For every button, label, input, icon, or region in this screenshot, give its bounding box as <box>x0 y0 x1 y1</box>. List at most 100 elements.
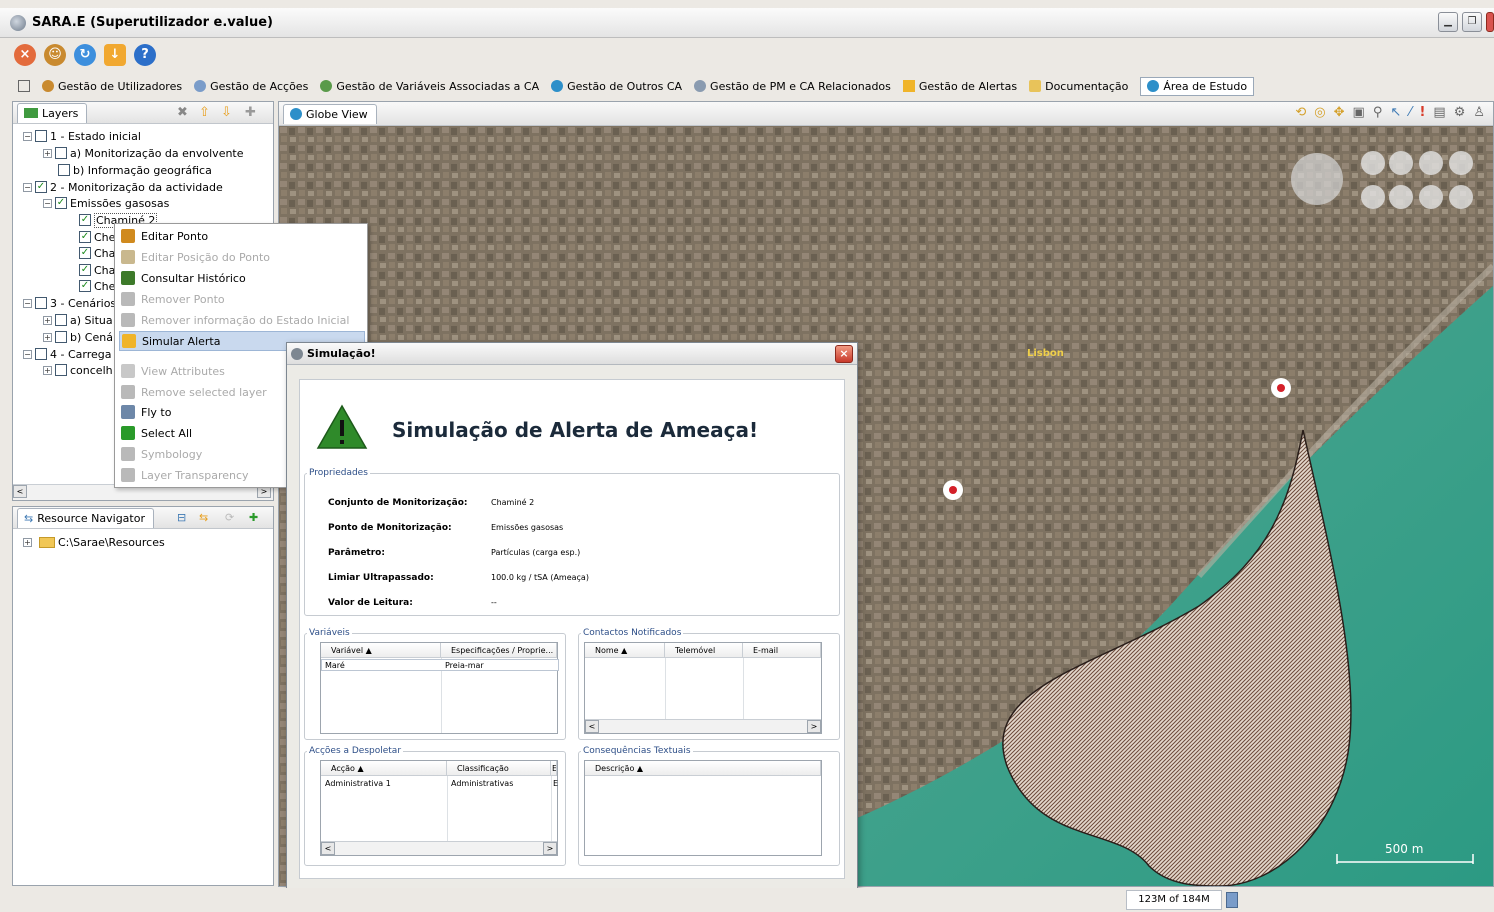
menu-gestao-outros-ca[interactable]: Gestão de Outros CA <box>551 80 682 93</box>
binoculars-icon[interactable]: ◎ <box>1314 105 1325 120</box>
tree-node[interactable]: b) Informação geográfica <box>58 162 212 178</box>
tree-checkbox[interactable] <box>35 348 47 360</box>
person-icon[interactable]: ♙ <box>1473 105 1485 120</box>
collapse-icon[interactable]: − <box>23 131 32 141</box>
tree-node[interactable]: + a) Monitorização da envolvente <box>43 145 244 161</box>
settings-icon[interactable]: ⚙ <box>1454 105 1466 120</box>
column-header[interactable]: Acção ▲ <box>321 761 447 776</box>
add-layer-icon[interactable]: ✚ <box>245 105 256 120</box>
tree-node[interactable]: − ✓ Emissões gasosas <box>43 195 169 211</box>
resource-item[interactable]: + C:\Sarae\Resources <box>23 534 165 550</box>
select-icon[interactable]: ↖ <box>1390 105 1401 120</box>
tree-checkbox[interactable]: ✓ <box>55 197 67 209</box>
trash-icon[interactable] <box>1226 892 1238 908</box>
scroll-right-icon[interactable]: > <box>807 720 821 733</box>
menu-editar-ponto[interactable]: Editar Ponto <box>119 226 365 246</box>
horizontal-scrollbar[interactable]: < > <box>585 719 821 733</box>
menu-gestao-accoes[interactable]: Gestão de Acções <box>194 80 308 93</box>
column-header[interactable]: Descrição ▲ <box>585 761 821 776</box>
tree-node[interactable]: −3 - Cenários <box>23 295 116 311</box>
tree-node[interactable]: ✓ Cha <box>79 245 115 261</box>
tree-node[interactable]: + b) Cená <box>43 329 113 345</box>
help-icon[interactable]: ? <box>134 44 156 66</box>
tree-checkbox[interactable]: ✓ <box>79 264 91 276</box>
menu-gestao-alertas[interactable]: Gestão de Alertas <box>902 80 1017 93</box>
consequencias-table[interactable]: Descrição ▲ <box>584 760 822 856</box>
column-header[interactable]: Especificações / Proprie... <box>441 643 557 658</box>
tree-checkbox[interactable] <box>55 147 67 159</box>
accoes-table[interactable]: Acção ▲ Classificação E Administrativa 1… <box>320 760 558 856</box>
menu-consultar-historico[interactable]: Consultar Histórico <box>119 268 365 288</box>
tree-node[interactable]: ✓ Cha <box>79 262 115 278</box>
tree-node[interactable]: ✓ Che <box>79 229 115 245</box>
delete-layer-icon[interactable]: ✖ <box>177 105 188 120</box>
expand-icon[interactable]: + <box>43 315 52 325</box>
tree-checkbox[interactable] <box>55 364 67 376</box>
tree-checkbox[interactable]: ✓ <box>79 231 91 243</box>
refresh-icon[interactable]: ⟳ <box>225 511 234 524</box>
menu-documentacao[interactable]: Documentação <box>1029 80 1128 93</box>
tab-globe-view[interactable]: Globe View <box>283 103 377 124</box>
tree-node[interactable]: + concelh <box>43 362 113 378</box>
tree-checkbox[interactable] <box>35 297 47 309</box>
menu-area-estudo[interactable]: Área de Estudo <box>1140 76 1255 96</box>
alert-icon[interactable]: ! <box>1419 105 1425 120</box>
move-down-icon[interactable]: ⇩ <box>221 105 232 120</box>
contactos-table[interactable]: Nome ▲ Telemóvel E-mail < > <box>584 642 822 734</box>
tree-checkbox[interactable] <box>35 130 47 142</box>
scroll-left-icon[interactable]: < <box>13 485 27 498</box>
maximize-button[interactable]: ❐ <box>1462 12 1482 32</box>
tree-node[interactable]: −1 - Estado inicial <box>23 128 141 144</box>
horizontal-scrollbar[interactable]: < > <box>321 841 557 855</box>
measure-icon[interactable]: ⁄ <box>1409 105 1411 120</box>
scroll-right-icon[interactable]: > <box>543 842 557 855</box>
tab-resource-navigator[interactable]: ⇆ Resource Navigator <box>17 507 154 528</box>
collapse-icon[interactable]: − <box>23 349 32 359</box>
menu-editar-posicao[interactable]: Editar Posição do Ponto <box>119 247 365 267</box>
tree-menu-icon[interactable] <box>18 80 30 92</box>
sync-icon[interactable]: ⟲ <box>1295 105 1306 120</box>
expand-icon[interactable]: + <box>43 365 52 375</box>
expand-icon[interactable]: + <box>43 332 52 342</box>
collapse-all-icon[interactable]: ⊟ <box>177 511 186 524</box>
tree-node[interactable]: −4 - Carrega <box>23 346 111 362</box>
column-header[interactable]: Variável ▲ <box>321 643 441 658</box>
menu-gestao-pm-ca[interactable]: Gestão de PM e CA Relacionados <box>694 80 891 93</box>
download-icon[interactable]: ↓ <box>104 44 126 66</box>
refresh-icon[interactable]: ↻ <box>74 44 96 66</box>
move-up-icon[interactable]: ⇧ <box>199 105 210 120</box>
tree-checkbox[interactable]: ✓ <box>79 280 91 292</box>
dialog-close-button[interactable]: × <box>835 345 853 363</box>
minimize-button[interactable]: ▁ <box>1438 12 1458 32</box>
link-icon[interactable]: ⇆ <box>199 511 208 524</box>
column-header[interactable]: E-mail <box>743 643 821 658</box>
menu-remover-informacao[interactable]: Remover informação do Estado Inicial <box>119 310 365 330</box>
column-header[interactable]: Nome ▲ <box>585 643 665 658</box>
users-icon[interactable]: ☺ <box>44 44 66 66</box>
menu-remover-ponto[interactable]: Remover Ponto <box>119 289 365 309</box>
tree-node[interactable]: − ✓ 2 - Monitorização da actividade <box>23 179 223 195</box>
tab-layers[interactable]: Layers <box>17 102 88 123</box>
camera-icon[interactable]: ▣ <box>1353 105 1365 120</box>
export-icon[interactable]: ▤ <box>1433 105 1445 120</box>
expand-icon[interactable]: + <box>23 537 32 547</box>
tree-checkbox[interactable]: ✓ <box>79 214 91 226</box>
column-header[interactable]: Telemóvel <box>665 643 743 658</box>
collapse-icon[interactable]: − <box>23 298 32 308</box>
column-header[interactable]: Classificação <box>447 761 551 776</box>
pan-icon[interactable]: ✥ <box>1334 105 1345 120</box>
scroll-left-icon[interactable]: < <box>321 842 335 855</box>
menu-gestao-utilizadores[interactable]: Gestão de Utilizadores <box>42 80 182 93</box>
column-header[interactable]: E <box>551 761 557 776</box>
tree-checkbox[interactable] <box>55 314 67 326</box>
tree-checkbox[interactable] <box>55 331 67 343</box>
tree-checkbox[interactable]: ✓ <box>79 247 91 259</box>
tree-checkbox[interactable]: ✓ <box>35 181 47 193</box>
exit-icon[interactable]: × <box>14 44 36 66</box>
collapse-icon[interactable]: − <box>23 182 32 192</box>
add-resource-icon[interactable]: ✚ <box>249 511 258 524</box>
tree-checkbox[interactable] <box>58 164 70 176</box>
collapse-icon[interactable]: − <box>43 198 52 208</box>
expand-icon[interactable]: + <box>43 148 52 158</box>
close-button[interactable] <box>1486 12 1494 32</box>
